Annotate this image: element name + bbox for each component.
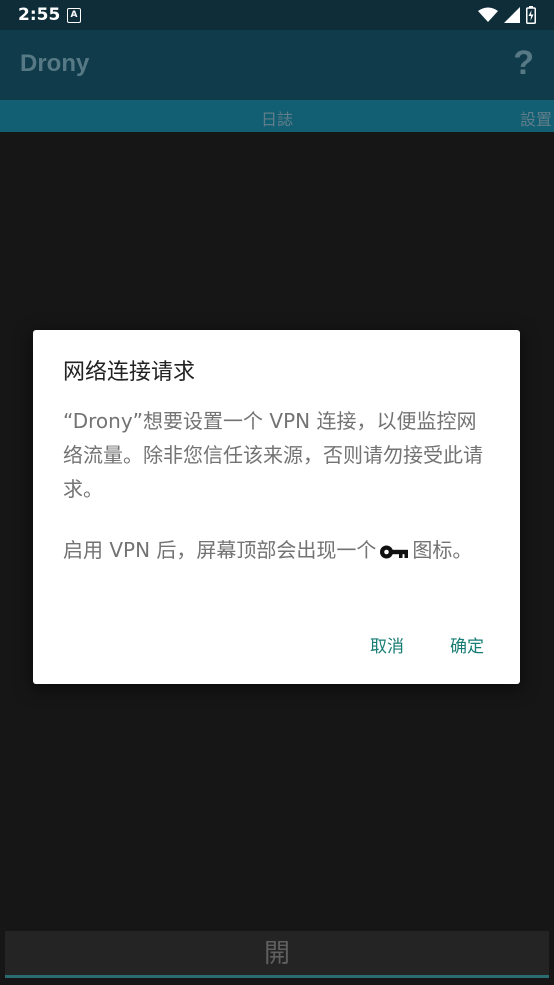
toggle-on-button[interactable]: 開 bbox=[5, 931, 549, 978]
app-bar: Drony ? bbox=[0, 30, 554, 100]
status-time: 2:55 bbox=[18, 5, 61, 25]
help-button[interactable]: ? bbox=[513, 44, 534, 83]
dialog-vpn-note-start: 启用 VPN 后，屏幕顶部会出现一个 bbox=[63, 538, 377, 562]
app-title: Drony bbox=[20, 50, 90, 77]
tab-bar: 日誌 設置 bbox=[0, 100, 554, 132]
wifi-icon bbox=[478, 7, 498, 22]
status-icons bbox=[478, 6, 536, 24]
tab-settings[interactable]: 設置 bbox=[520, 106, 552, 130]
status-bar: 2:55 A bbox=[0, 0, 554, 30]
signal-icon bbox=[504, 7, 520, 23]
ok-button[interactable]: 确定 bbox=[450, 632, 484, 657]
dialog-actions: 取消 确定 bbox=[370, 632, 484, 657]
dialog-vpn-note: 启用 VPN 后，屏幕顶部会出现一个 图标。 bbox=[63, 533, 493, 567]
dialog-body: “Drony”想要设置一个 VPN 连接，以便监控网络流量。除非您信任该来源，否… bbox=[63, 404, 493, 567]
cancel-button[interactable]: 取消 bbox=[370, 632, 404, 657]
vpn-key-icon bbox=[380, 545, 409, 558]
dialog-message: “Drony”想要设置一个 VPN 连接，以便监控网络流量。除非您信任该来源，否… bbox=[63, 409, 483, 501]
tab-log[interactable]: 日誌 bbox=[261, 106, 293, 130]
dialog-vpn-note-end: 图标。 bbox=[412, 538, 473, 562]
battery-icon bbox=[526, 6, 536, 24]
vpn-connection-request-dialog: 网络连接请求 “Drony”想要设置一个 VPN 连接，以便监控网络流量。除非您… bbox=[33, 330, 520, 684]
notification-a-icon: A bbox=[67, 8, 81, 23]
dialog-title: 网络连接请求 bbox=[63, 360, 196, 385]
